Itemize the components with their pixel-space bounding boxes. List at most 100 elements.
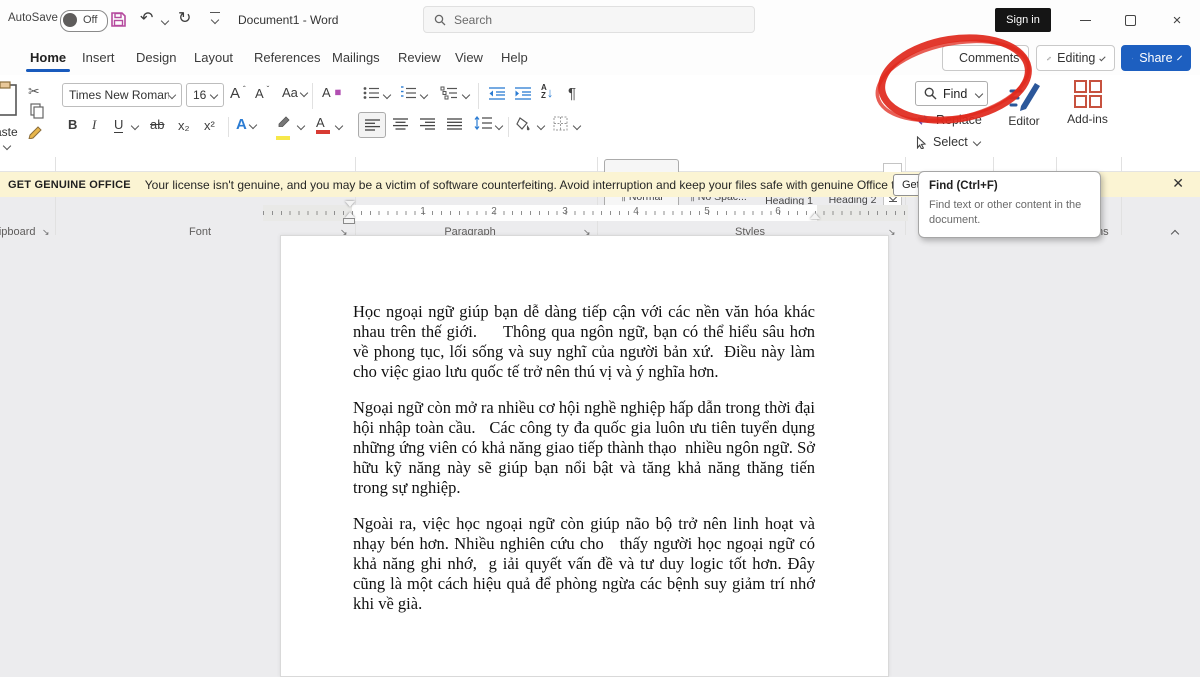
- highlight-chevron-icon[interactable]: [297, 122, 305, 130]
- ruler-number-4: 4: [633, 206, 639, 217]
- strikethrough-button[interactable]: ab: [150, 117, 164, 132]
- editing-chevron-icon: [1100, 55, 1106, 61]
- align-center-button[interactable]: [393, 118, 408, 130]
- restore-button[interactable]: [1115, 8, 1145, 32]
- banner-message: Your license isn't genuine, and you may …: [145, 178, 923, 192]
- numbering-chevron-icon[interactable]: [420, 91, 428, 99]
- tab-mailings[interactable]: Mailings: [330, 47, 382, 68]
- font-family-select[interactable]: Times New Roman: [62, 83, 182, 107]
- redo-icon[interactable]: ↻: [178, 8, 191, 28]
- text-effects-button[interactable]: A: [236, 116, 256, 133]
- ruler-number-1: 1: [420, 206, 426, 217]
- superscript-button[interactable]: x²: [204, 118, 215, 133]
- save-icon[interactable]: [110, 11, 127, 28]
- align-left-button[interactable]: [358, 112, 386, 138]
- tab-layout[interactable]: Layout: [192, 47, 235, 68]
- shrink-font-button[interactable]: Aˇ: [255, 86, 269, 101]
- minimize-button[interactable]: [1070, 8, 1100, 32]
- italic-button[interactable]: I: [92, 117, 96, 133]
- find-dropdown-button[interactable]: [971, 81, 988, 106]
- undo-dropdown-icon[interactable]: [161, 17, 169, 25]
- signin-label: Sign in: [1006, 14, 1040, 26]
- editor-button[interactable]: Editor: [1000, 79, 1048, 141]
- copy-icon[interactable]: [30, 103, 44, 119]
- borders-chevron-icon[interactable]: [573, 122, 581, 130]
- font-color-glyph: A: [316, 115, 325, 130]
- font-color-button[interactable]: A: [316, 115, 330, 134]
- font-color-chevron-icon[interactable]: [335, 122, 343, 130]
- tab-review[interactable]: Review: [396, 47, 443, 68]
- line-spacing-button[interactable]: [474, 116, 492, 130]
- align-right-button[interactable]: [420, 118, 435, 130]
- hanging-indent-marker[interactable]: [345, 212, 355, 218]
- underline-button[interactable]: U: [114, 117, 123, 133]
- banner-close-icon[interactable]: ✕: [1172, 175, 1184, 192]
- subscript-button[interactable]: x₂: [178, 118, 190, 133]
- find-tooltip: Find (Ctrl+F) Find text or other content…: [918, 171, 1101, 238]
- justify-button[interactable]: [447, 118, 462, 130]
- line-spacing-chevron-icon[interactable]: [495, 122, 503, 130]
- numbering-button[interactable]: [400, 86, 417, 100]
- change-case-button[interactable]: Aa: [282, 85, 307, 100]
- grow-font-button[interactable]: Aˆ: [230, 85, 246, 102]
- addins-grid-icon: [1073, 79, 1103, 109]
- document-page[interactable]: Học ngoại ngữ giúp bạn dễ dàng tiếp cận …: [280, 235, 889, 677]
- tab-view[interactable]: View: [453, 47, 485, 68]
- pilcrow-button[interactable]: ¶: [568, 85, 576, 102]
- right-indent-marker[interactable]: [810, 213, 820, 219]
- bullets-chevron-icon[interactable]: [383, 91, 391, 99]
- shading-chevron-icon[interactable]: [537, 122, 545, 130]
- bullets-button[interactable]: [363, 86, 380, 100]
- collapse-ribbon-icon[interactable]: [1171, 230, 1179, 238]
- tooltip-title: Find (Ctrl+F): [929, 180, 1090, 192]
- tab-help[interactable]: Help: [499, 47, 530, 68]
- addins-button[interactable]: Add-ins: [1060, 79, 1115, 141]
- comments-button[interactable]: Comments: [942, 45, 1029, 71]
- first-line-indent-marker[interactable]: [345, 201, 355, 207]
- left-indent-marker[interactable]: [344, 219, 354, 223]
- clipboard-dialog-launcher-icon[interactable]: ↘: [42, 227, 50, 238]
- superscript-glyph: x²: [204, 118, 215, 133]
- sort-button[interactable]: A Z ↓: [541, 84, 553, 100]
- tab-home[interactable]: Home: [28, 47, 68, 68]
- clear-formatting-button[interactable]: A◆: [322, 85, 341, 100]
- underline-chevron-icon[interactable]: [131, 122, 139, 130]
- multilevel-chevron-icon[interactable]: [462, 91, 470, 99]
- tab-insert[interactable]: Insert: [80, 47, 117, 68]
- search-input[interactable]: Search: [423, 6, 755, 33]
- tooltip-body: Find text or other content in the docume…: [929, 198, 1090, 228]
- replace-button[interactable]: Replace: [916, 113, 982, 127]
- paragraph-3: Ngoài ra, việc học ngoại ngữ còn giúp nã…: [353, 514, 815, 614]
- borders-button[interactable]: [553, 116, 568, 131]
- select-button[interactable]: Select: [916, 135, 980, 149]
- select-label: Select: [933, 135, 968, 149]
- quick-access-chevron-icon[interactable]: [211, 16, 219, 24]
- tab-references[interactable]: References: [252, 47, 322, 68]
- autosave-toggle[interactable]: Off: [60, 10, 108, 32]
- increase-indent-button[interactable]: [514, 86, 532, 100]
- format-painter-icon[interactable]: [28, 123, 44, 139]
- highlight-button[interactable]: [276, 115, 292, 145]
- search-icon: [434, 14, 446, 26]
- editing-mode-button[interactable]: Editing: [1036, 45, 1115, 71]
- find-button[interactable]: Find: [915, 81, 972, 106]
- decrease-indent-button[interactable]: [488, 86, 506, 100]
- bold-button[interactable]: B: [68, 117, 77, 132]
- multilevel-list-button[interactable]: [440, 86, 458, 100]
- font-size-chevron-icon: [210, 91, 218, 99]
- editor-label: Editor: [1008, 114, 1039, 128]
- addins-label: Add-ins: [1067, 112, 1108, 126]
- quick-access-icon[interactable]: [210, 12, 220, 13]
- shading-button[interactable]: [516, 116, 532, 131]
- paste-button[interactable]: [0, 81, 26, 125]
- share-button[interactable]: Share: [1121, 45, 1191, 71]
- undo-icon[interactable]: ↶: [140, 8, 153, 28]
- font-size-select[interactable]: 16: [186, 83, 224, 107]
- horizontal-ruler[interactable]: 1 2 3 4 5 6: [263, 205, 908, 221]
- signin-button[interactable]: Sign in: [995, 8, 1051, 32]
- autosave-label: AutoSave: [8, 12, 58, 24]
- tab-design[interactable]: Design: [134, 47, 178, 68]
- cut-icon[interactable]: ✂: [28, 83, 40, 100]
- close-button[interactable]: ×: [1162, 8, 1192, 32]
- replace-label: Replace: [936, 113, 982, 127]
